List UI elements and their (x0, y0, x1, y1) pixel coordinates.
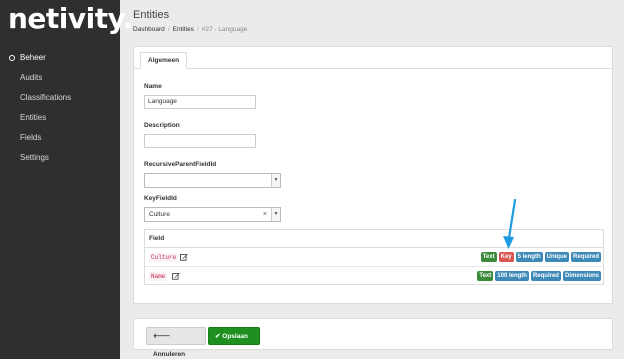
fields-table-header: Field (145, 230, 603, 248)
sidebar-item-label: Entities (20, 113, 47, 122)
save-button[interactable]: ✔ Opslaan (208, 327, 260, 345)
edit-icon[interactable] (172, 272, 180, 280)
sidebar-item-fields[interactable]: Fields (0, 128, 120, 148)
save-button-label: Opslaan (222, 333, 248, 340)
sidebar-item-label: Classifications (20, 93, 72, 102)
badge-type: Text (477, 271, 494, 281)
name-field[interactable]: Language (144, 95, 256, 109)
breadcrumb: Dashboard / Entities / #27 - Language (133, 26, 248, 33)
description-label: Description (144, 122, 180, 129)
sidebar-item-settings[interactable]: Settings (0, 148, 120, 168)
sidebar-item-label: Audits (20, 73, 43, 82)
description-field[interactable] (144, 134, 256, 148)
field-badges: Text Key 5 length Unique Required (480, 252, 601, 262)
form-actions: 🡐 Annuleren ✔ Opslaan (133, 318, 613, 358)
sidebar-item-label: Settings (20, 153, 49, 162)
logo: netivity. (8, 2, 133, 35)
field-badges: Text 100 length Required Dimensions (477, 271, 601, 281)
clear-icon[interactable]: × (263, 208, 267, 221)
sidebar-nav: Beheer Audits Classifications Entities F… (0, 48, 120, 168)
badge-required: Required (530, 271, 561, 281)
badge-length: 5 length (515, 252, 543, 262)
breadcrumb-current: #27 - Language (201, 26, 248, 33)
sidebar-item-audits[interactable]: Audits (0, 68, 120, 88)
badge-type: Text (480, 252, 497, 262)
edit-icon[interactable] (180, 253, 188, 261)
sidebar-item-beheer[interactable]: Beheer (0, 48, 120, 68)
key-field-label: KeyFieldId (144, 195, 177, 202)
field-name-culture: Culture (149, 253, 179, 262)
arrow-left-icon: 🡐 (153, 333, 171, 340)
sidebar-item-classifications[interactable]: Classifications (0, 88, 120, 108)
page-title: Entities (133, 9, 170, 21)
field-name-name: Name (149, 272, 168, 281)
sidebar-item-label: Beheer (20, 53, 46, 62)
key-field-select[interactable]: Culture × ▼ (144, 207, 281, 222)
badge-length: 100 length (495, 271, 529, 281)
key-field-value: Culture (149, 211, 170, 218)
breadcrumb-dashboard[interactable]: Dashboard (133, 26, 165, 33)
name-label: Name (144, 83, 162, 90)
recursive-parent-label: RecursiveParentFieldId (144, 161, 217, 168)
cancel-button-label: Annuleren (153, 351, 186, 358)
fields-table: Field Culture Text Key 5 length Unique R… (144, 229, 604, 285)
table-row: Name Text 100 length Required Dimensions (145, 267, 603, 286)
badge-required: Required (570, 252, 601, 262)
chevron-down-icon[interactable]: ▼ (271, 208, 280, 221)
badge-dimensions: Dimensions (562, 271, 601, 281)
badge-unique: Unique (544, 252, 569, 262)
sidebar-item-label: Fields (20, 133, 42, 142)
table-row: Culture Text Key 5 length Unique Require… (145, 248, 603, 267)
tab-algemeen[interactable]: Algemeen (140, 52, 188, 69)
badge-key: Key (498, 252, 514, 262)
sidebar: netivity. Beheer Audits Classifications … (0, 0, 133, 359)
recursive-parent-select[interactable]: ▼ (144, 173, 281, 188)
entity-form-panel: Algemeen Name Language Description Recur… (133, 46, 613, 304)
tab-divider (134, 68, 612, 69)
sidebar-item-entities[interactable]: Entities (0, 108, 120, 128)
breadcrumb-entities[interactable]: Entities (173, 26, 194, 33)
cancel-button[interactable]: 🡐 Annuleren (146, 327, 206, 358)
chevron-down-icon[interactable]: ▼ (271, 174, 280, 187)
bullet-icon (9, 55, 15, 61)
